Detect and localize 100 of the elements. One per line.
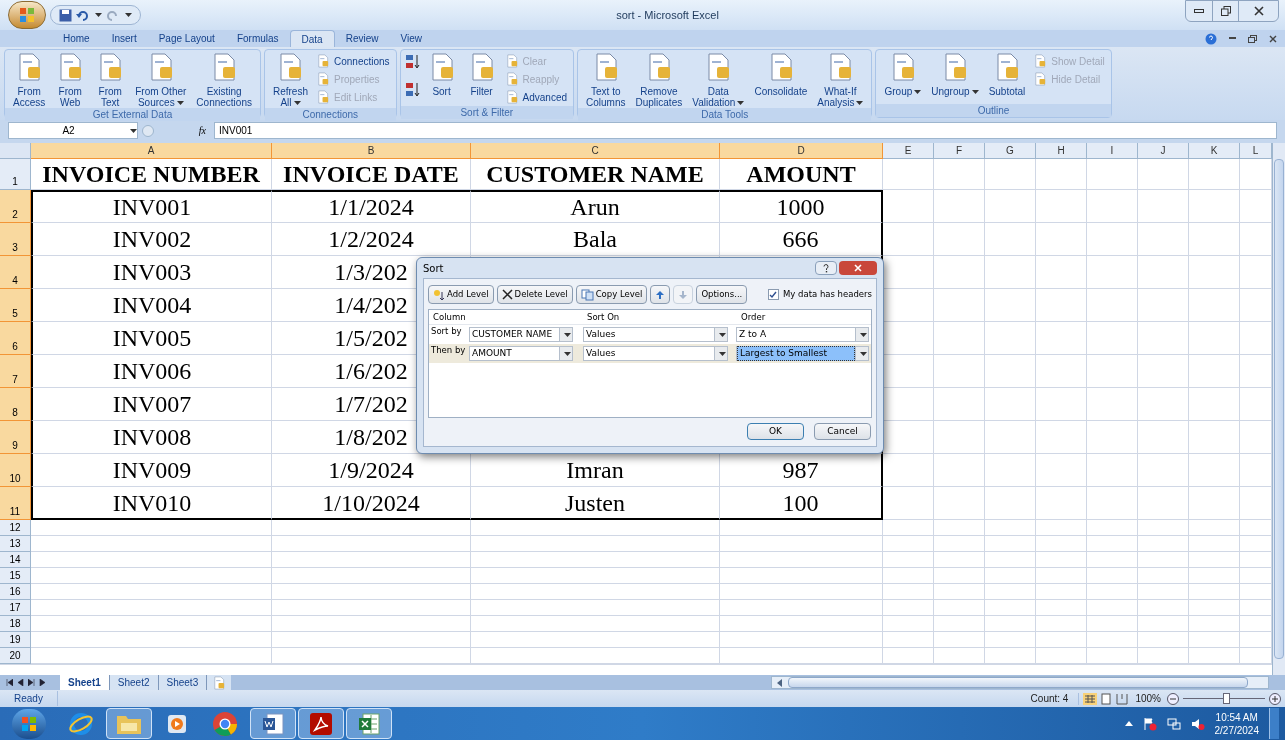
table-cell[interactable] [883, 355, 934, 388]
row-header[interactable]: 5 [0, 289, 31, 322]
table-cell[interactable] [985, 355, 1036, 388]
table-cell[interactable] [1138, 355, 1189, 388]
table-cell[interactable] [1189, 355, 1240, 388]
table-cell[interactable] [985, 632, 1036, 648]
table-cell[interactable] [1036, 600, 1087, 616]
row-header[interactable]: 10 [0, 454, 31, 487]
table-cell[interactable] [720, 568, 883, 584]
table-cell[interactable] [272, 648, 471, 664]
table-cell[interactable] [1138, 584, 1189, 600]
table-cell[interactable] [1240, 648, 1272, 664]
column-header[interactable]: A [31, 143, 272, 159]
table-cell[interactable] [985, 190, 1036, 223]
ribbon-tab[interactable]: Page Layout [147, 30, 226, 47]
table-cell[interactable] [1036, 454, 1087, 487]
table-cell[interactable] [1087, 289, 1138, 322]
row-header[interactable]: 9 [0, 421, 31, 454]
table-cell[interactable] [883, 487, 934, 520]
table-cell[interactable]: 666 [720, 223, 883, 256]
table-cell[interactable] [1240, 520, 1272, 536]
table-cell[interactable] [272, 552, 471, 568]
table-cell[interactable] [1240, 584, 1272, 600]
table-cell[interactable] [1240, 289, 1272, 322]
table-cell[interactable] [1087, 421, 1138, 454]
table-cell[interactable] [1138, 552, 1189, 568]
table-cell[interactable] [471, 600, 720, 616]
ribbon-button[interactable]: Text to Columns [582, 50, 630, 108]
table-cell[interactable] [471, 520, 720, 536]
table-cell[interactable] [883, 616, 934, 632]
table-cell[interactable] [883, 421, 934, 454]
name-box[interactable]: A2 [8, 122, 138, 139]
table-cell[interactable] [985, 616, 1036, 632]
column-header[interactable]: F [934, 143, 985, 159]
table-cell[interactable] [471, 552, 720, 568]
toolbar-button[interactable] [650, 285, 671, 304]
table-cell[interactable] [272, 632, 471, 648]
scroll-left-icon[interactable] [776, 678, 785, 687]
table-cell[interactable]: INV009 [31, 454, 272, 487]
table-cell[interactable] [1189, 256, 1240, 289]
table-cell[interactable] [471, 536, 720, 552]
taskbar-clock[interactable]: 10:54 AM 2/27/2024 [1214, 710, 1259, 737]
ribbon-button[interactable]: Subtotal [984, 50, 1030, 97]
table-cell[interactable] [1036, 289, 1087, 322]
row-header[interactable]: 3 [0, 223, 31, 256]
table-cell[interactable] [1036, 487, 1087, 520]
table-cell[interactable] [1087, 536, 1138, 552]
start-button[interactable] [12, 708, 46, 739]
table-cell[interactable] [720, 520, 883, 536]
table-cell[interactable] [1036, 520, 1087, 536]
table-cell[interactable] [31, 600, 272, 616]
table-cell[interactable] [985, 536, 1036, 552]
table-cell[interactable] [1240, 421, 1272, 454]
table-cell[interactable]: AMOUNT [720, 159, 883, 190]
row-header[interactable]: 18 [0, 616, 31, 632]
table-cell[interactable] [1087, 632, 1138, 648]
help-button[interactable] [815, 261, 837, 275]
select-all-corner[interactable] [0, 143, 31, 159]
row-header[interactable]: 12 [0, 520, 31, 536]
table-cell[interactable] [883, 632, 934, 648]
table-cell[interactable] [1087, 487, 1138, 520]
table-cell[interactable] [883, 600, 934, 616]
sheet-tab[interactable]: Sheet3 [158, 675, 208, 690]
column-header[interactable]: G [985, 143, 1036, 159]
table-cell[interactable] [883, 520, 934, 536]
toolbar-button[interactable]: Options... [696, 285, 748, 304]
table-cell[interactable] [1036, 159, 1087, 190]
table-cell[interactable] [471, 568, 720, 584]
table-cell[interactable]: 1/2/2024 [272, 223, 471, 256]
ribbon-button[interactable]: From Text [91, 50, 130, 108]
table-cell[interactable] [1189, 454, 1240, 487]
table-cell[interactable] [720, 616, 883, 632]
table-cell[interactable] [272, 536, 471, 552]
table-cell[interactable] [1036, 632, 1087, 648]
table-cell[interactable] [31, 648, 272, 664]
table-cell[interactable] [883, 536, 934, 552]
table-cell[interactable] [1036, 421, 1087, 454]
ribbon-button[interactable]: Refresh All [268, 50, 312, 108]
row-header[interactable]: 2 [0, 190, 31, 223]
table-cell[interactable]: INV002 [31, 223, 272, 256]
show-desktop-button[interactable] [1269, 708, 1279, 739]
table-cell[interactable] [1138, 487, 1189, 520]
sheet-navigation-icon[interactable] [28, 679, 35, 686]
table-cell[interactable] [883, 648, 934, 664]
table-cell[interactable] [471, 584, 720, 600]
table-cell[interactable] [1087, 223, 1138, 256]
insert-function-button[interactable]: fx [154, 123, 214, 138]
table-cell[interactable] [31, 616, 272, 632]
table-cell[interactable] [934, 454, 985, 487]
table-cell[interactable] [1240, 159, 1272, 190]
help-icon[interactable] [1205, 32, 1217, 45]
table-cell[interactable] [985, 487, 1036, 520]
table-cell[interactable] [1189, 568, 1240, 584]
table-cell[interactable]: Arun [471, 190, 720, 223]
table-cell[interactable] [31, 632, 272, 648]
table-cell[interactable] [1240, 454, 1272, 487]
table-cell[interactable] [1138, 454, 1189, 487]
table-cell[interactable] [934, 536, 985, 552]
row-header[interactable]: 20 [0, 648, 31, 664]
table-cell[interactable] [934, 600, 985, 616]
